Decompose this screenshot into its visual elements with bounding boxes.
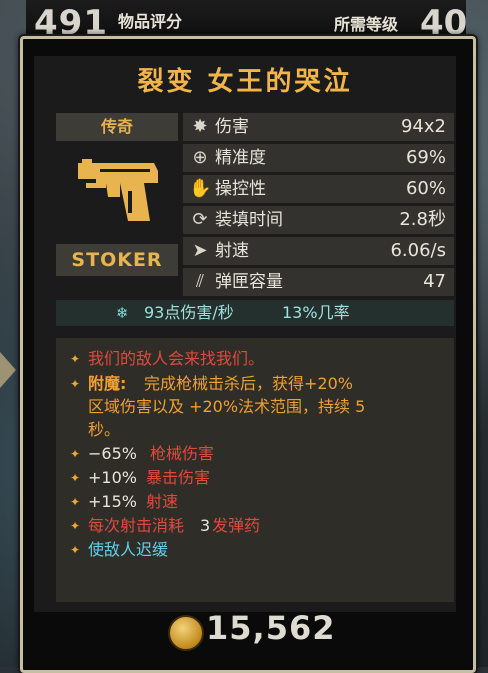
- pistol-icon: [78, 159, 158, 221]
- stat-row-magazine: ⫽ 弹匣容量 47: [183, 268, 454, 296]
- bullet-icon: ✦: [70, 519, 81, 533]
- manufacturer-logo: STOKER: [56, 244, 178, 276]
- fire-rate-icon: ➤: [192, 240, 208, 261]
- stat-label: 弹匣容量: [215, 272, 283, 292]
- mod-text: 暴击伤害: [146, 468, 211, 487]
- stat-value: 69%: [405, 147, 446, 168]
- stat-row-fire-rate: ➤ 射速 6.06/s: [183, 237, 454, 265]
- weapon-image: [56, 141, 178, 239]
- stat-label: 精准度: [215, 148, 266, 168]
- item-price: 15,562: [206, 609, 336, 647]
- stat-label: 射速: [215, 241, 249, 261]
- item-score-label: 物品评分: [118, 12, 183, 31]
- mod-text: 射速: [146, 492, 179, 511]
- enchant-line-1: 完成枪械击杀后，获得+20%: [144, 374, 353, 393]
- enchant-label: 附魔:: [88, 374, 127, 393]
- mod-text: 发弹药: [212, 516, 261, 535]
- stat-value: 60%: [405, 178, 446, 199]
- bullet-icon: ✦: [70, 377, 81, 391]
- elemental-chance: 13%几率: [282, 303, 350, 322]
- stat-value: 94x2: [400, 116, 446, 137]
- bullet-icon: ✦: [70, 543, 81, 557]
- item-name: 裂变 女王的哭泣: [137, 67, 353, 97]
- mod-value: −65%: [88, 444, 137, 463]
- enchant-line-2: 区域伤害以及 +20%法术范围，持续 5: [88, 397, 366, 416]
- bullet-icon: ✦: [70, 352, 81, 366]
- stat-value: 47: [423, 271, 446, 292]
- flavor-text: 我们的敌人会来找我们。: [88, 349, 265, 368]
- money-icon: [168, 615, 204, 651]
- stat-value: 2.8秒: [399, 209, 446, 230]
- stat-row-handling: ✋ 操控性 60%: [183, 175, 454, 203]
- previous-item-arrow[interactable]: [0, 352, 16, 388]
- bullet-icon: ✦: [70, 495, 81, 509]
- mod-text: 每次射击消耗: [88, 516, 185, 535]
- stat-row-accuracy: ⊕ 精准度 69%: [183, 144, 454, 172]
- stat-label: 装填时间: [215, 210, 283, 230]
- stat-row-reload: ⟳ 装填时间 2.8秒: [183, 206, 454, 234]
- enchant-line-3: 秒。: [88, 420, 121, 439]
- mod-text: 枪械伤害: [150, 444, 215, 463]
- stat-value: 6.06/s: [390, 240, 446, 261]
- accuracy-icon: ⊕: [192, 147, 208, 168]
- elemental-dps: 93点伤害/秒: [144, 303, 234, 322]
- magazine-icon: ⫽: [195, 271, 205, 292]
- reload-icon: ⟳: [192, 209, 208, 230]
- mod-value: +15%: [88, 492, 137, 511]
- cryo-icon: ❄: [116, 304, 129, 322]
- stat-label: 伤害: [215, 117, 249, 137]
- mod-value: +10%: [88, 468, 137, 487]
- handling-icon: ✋: [189, 178, 212, 199]
- damage-icon: ✸: [192, 116, 208, 137]
- elemental-bar: ❄ 93点伤害/秒 13%几率: [56, 300, 454, 326]
- stat-label: 操控性: [215, 179, 266, 199]
- mod-value: 3: [200, 516, 211, 535]
- rarity-label: 传奇: [56, 113, 178, 141]
- mod-text: 使敌人迟缓: [88, 540, 169, 559]
- stat-row-damage: ✸ 伤害 94x2: [183, 113, 454, 141]
- bullet-icon: ✦: [70, 471, 81, 485]
- required-level-label: 所需等级: [334, 15, 399, 34]
- bullet-icon: ✦: [70, 447, 81, 461]
